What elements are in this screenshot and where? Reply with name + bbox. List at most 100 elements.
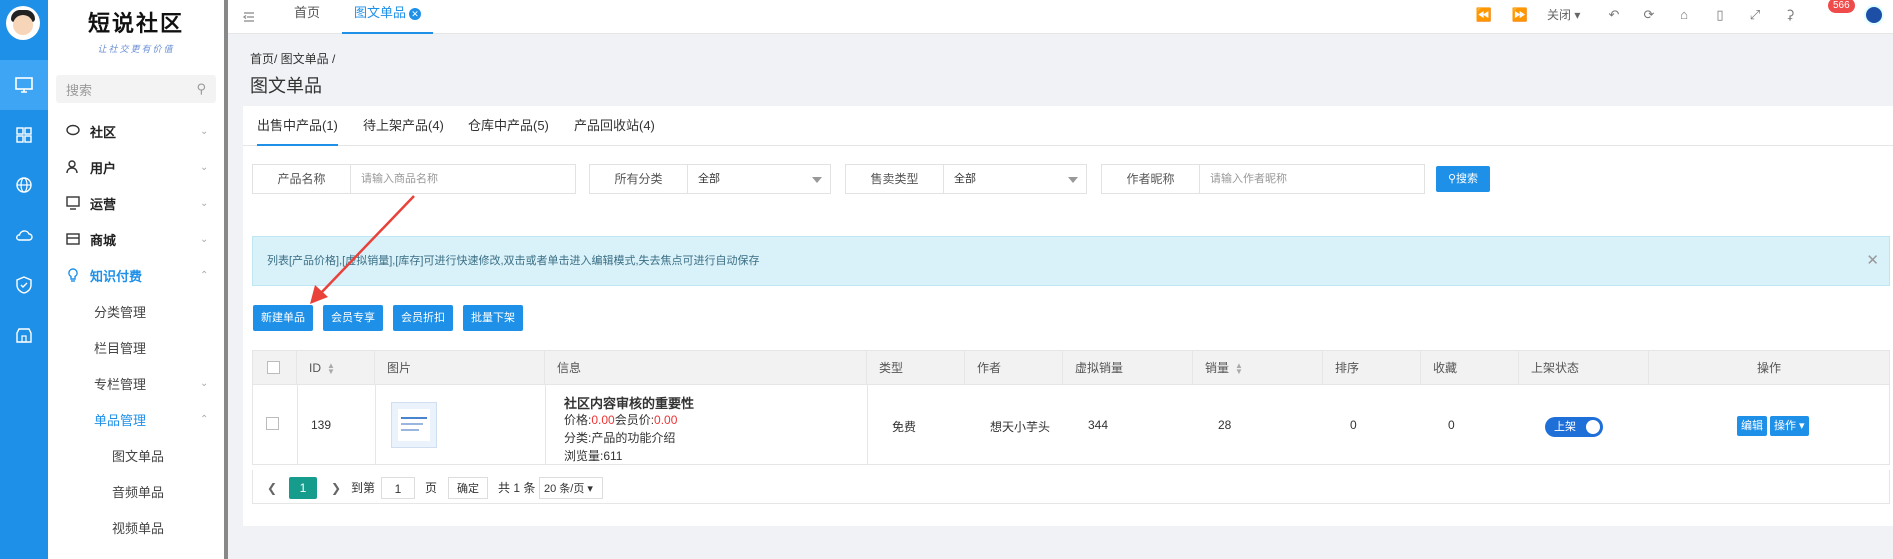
row-sales: 28	[1218, 418, 1232, 432]
bell-icon[interactable]: ⚳	[1781, 6, 1799, 24]
tab-article-single[interactable]: 图文单品 ✕	[342, 0, 434, 34]
shop-icon	[66, 233, 80, 245]
alert-text: 列表[产品价格],[虚拟销量],[库存]可进行快速修改,双击或者单击进入编辑模式…	[267, 255, 760, 267]
goto-page-input[interactable]: 1	[381, 477, 415, 499]
header-sales[interactable]: 销量 ▲ ▼	[1193, 351, 1323, 385]
member-discount-button[interactable]: 会员折扣	[393, 305, 453, 331]
row-sort[interactable]: 0	[1350, 418, 1357, 432]
col-divider	[297, 385, 298, 465]
menu-item-users[interactable]: 用户 ⌄	[48, 149, 224, 185]
globe-icon[interactable]	[0, 160, 48, 210]
row-virtual-sales[interactable]: 344	[1088, 418, 1108, 432]
logo-title: 短说社区	[87, 10, 184, 37]
menu-sub-column[interactable]: 栏目管理	[48, 329, 224, 365]
sidebar-scrollbar[interactable]	[224, 0, 228, 559]
breadcrumb[interactable]: 首页/ 图文单品 /	[250, 50, 335, 67]
category-label: 所有分类	[590, 165, 688, 193]
rewind-icon[interactable]: ⏪	[1475, 6, 1493, 24]
close-tabs-dropdown[interactable]: 关闭 ▾	[1547, 6, 1580, 24]
monitor-icon[interactable]	[0, 60, 48, 110]
caret-down-icon	[1068, 177, 1078, 183]
user-icon	[66, 160, 78, 174]
page-current[interactable]: 1	[289, 477, 317, 499]
menu-sub-audio-single[interactable]: 音频单品	[48, 473, 224, 509]
chevron-down-icon: ⌄	[200, 233, 209, 245]
product-name-input[interactable]: 请输入商品名称	[351, 165, 575, 193]
menu-sub-category[interactable]: 分类管理	[48, 293, 224, 329]
status-toggle[interactable]: 上架	[1545, 417, 1603, 437]
clear-cache-icon[interactable]: ⌂	[1675, 6, 1693, 24]
goto-confirm-button[interactable]: 确定	[448, 477, 488, 499]
mobile-icon[interactable]: ▯	[1711, 6, 1729, 24]
shield-icon[interactable]	[0, 260, 48, 310]
operations-dropdown[interactable]: 操作 ▾	[1770, 416, 1809, 436]
tab-on-sale[interactable]: 出售中产品(1)	[257, 106, 338, 146]
tab-warehouse[interactable]: 仓库中产品(5)	[468, 106, 549, 146]
close-icon[interactable]: ✕	[409, 8, 422, 20]
next-page-icon[interactable]: ❯	[331, 477, 341, 499]
sort-icon[interactable]: ▲ ▼	[1235, 361, 1243, 375]
refresh-icon[interactable]: ⟳	[1640, 6, 1658, 24]
header-actions: 操作	[1756, 361, 1781, 375]
header-status: 上架状态	[1519, 351, 1649, 385]
menu-sub-video-single[interactable]: 视频单品	[48, 509, 224, 545]
prev-page-icon[interactable]: ❮	[267, 477, 277, 499]
row-views: 浏览量:611	[564, 449, 623, 463]
row-author: 想天小芋头	[990, 420, 1051, 434]
header-author: 作者	[965, 351, 1063, 385]
batch-offshelf-button[interactable]: 批量下架	[463, 305, 523, 331]
store-icon[interactable]	[0, 310, 48, 360]
menu-item-operations[interactable]: 运营 ⌄	[48, 185, 224, 221]
info-alert: 列表[产品价格],[虚拟销量],[库存]可进行快速修改,双击或者单击进入编辑模式…	[252, 236, 1890, 286]
member-exclusive-button[interactable]: 会员专享	[323, 305, 383, 331]
menu-item-community[interactable]: 社区 ⌄	[48, 113, 224, 149]
app-avatar[interactable]	[6, 6, 40, 40]
thumbnail-line	[401, 417, 427, 419]
new-single-button[interactable]: 新建单品	[253, 305, 313, 331]
row-checkbox[interactable]	[266, 417, 279, 430]
select-all-checkbox[interactable]	[267, 361, 280, 374]
menu-item-mall[interactable]: 商城 ⌄	[48, 221, 224, 257]
fold-menu-icon[interactable]	[242, 10, 256, 24]
product-table: ID ▲ ▼ 图片 信息 类型 作者 虚拟销量 销量 ▲ ▼ 排序 收藏 上架状态 操作	[252, 350, 1890, 465]
tab-home[interactable]: 首页	[294, 0, 320, 34]
menu-sub-single[interactable]: 单品管理 ⌃	[48, 401, 224, 437]
top-bar: 首页 图文单品 ✕ ⏪ ⏩ 关闭 ▾ ↶ ⟳ ⌂ ▯ ⤢ ⚳ 566	[228, 0, 1893, 34]
chevron-up-icon: ⌃	[200, 269, 209, 281]
menu-item-knowledge-pay[interactable]: 知识付费 ⌃	[48, 257, 224, 293]
header-id[interactable]: ID ▲ ▼	[297, 351, 375, 385]
toggle-knob	[1586, 420, 1600, 434]
fullscreen-icon[interactable]: ⤢	[1746, 6, 1764, 24]
category-select[interactable]: 全部	[688, 165, 830, 193]
product-name-label: 产品名称	[253, 165, 351, 193]
col-divider	[545, 385, 546, 465]
header-favorites: 收藏	[1421, 351, 1519, 385]
menu-sub-special[interactable]: 专栏管理 ⌄	[48, 365, 224, 401]
close-icon[interactable]: ✕	[1866, 237, 1879, 285]
logo: 短说社区 让社交更有价值	[48, 0, 224, 60]
back-icon[interactable]: ↶	[1605, 6, 1623, 24]
apps-grid-icon[interactable]	[0, 110, 48, 160]
header-image: 图片	[375, 351, 545, 385]
fast-forward-icon[interactable]: ⏩	[1511, 6, 1529, 24]
chevron-down-icon: ⌄	[200, 197, 209, 209]
sale-type-select[interactable]: 全部	[944, 165, 1086, 193]
page-size-select[interactable]: 20 条/页 ▾	[539, 477, 603, 499]
sale-type-field: 售卖类型 全部	[845, 164, 1087, 194]
menu-sub-article-single[interactable]: 图文单品	[48, 437, 224, 473]
tab-recycle[interactable]: 产品回收站(4)	[574, 106, 655, 146]
chevron-down-icon: ⌄	[200, 125, 209, 137]
cloud-icon[interactable]	[0, 210, 48, 260]
header-info: 信息	[545, 351, 867, 385]
lightbulb-icon	[68, 268, 78, 282]
product-thumbnail[interactable]	[391, 402, 437, 448]
tab-pending[interactable]: 待上架产品(4)	[363, 106, 444, 146]
author-input[interactable]: 请输入作者昵称	[1200, 165, 1424, 193]
sort-icon[interactable]: ▲ ▼	[327, 361, 335, 375]
page-unit-label: 页	[425, 481, 438, 495]
edit-button[interactable]: 编辑	[1737, 416, 1767, 436]
row-id: 139	[311, 418, 332, 432]
user-avatar[interactable]	[1864, 5, 1884, 25]
menu-search-input[interactable]: 搜索 ⚲	[56, 75, 216, 103]
search-button[interactable]: ⚲搜索	[1436, 166, 1490, 192]
